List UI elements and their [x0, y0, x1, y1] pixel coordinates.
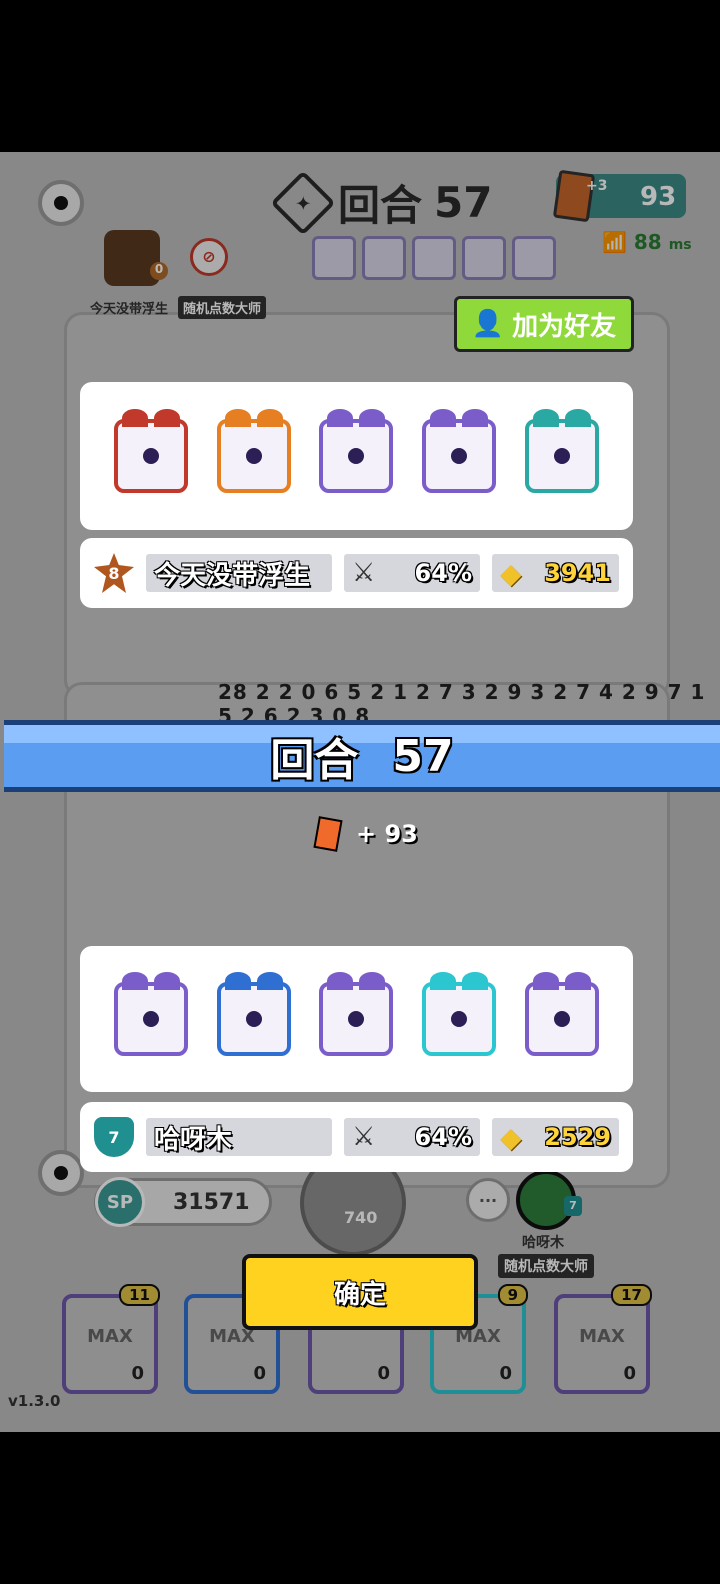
blessing-die[interactable]	[524, 409, 599, 493]
player2-sp: ◆ 2529	[492, 1118, 619, 1156]
game-screen: ✦ 回合 57 +3 93 📶 88 ms 0 ⊘ 今天没带浮生 随机点数大师 …	[0, 152, 720, 1432]
card-icon	[313, 816, 343, 852]
card-gain-value: + 93	[356, 820, 418, 848]
die-pip	[348, 448, 365, 464]
dragon-wing-icon	[122, 972, 149, 990]
player1-dice-row	[100, 382, 613, 530]
die-pip	[451, 1011, 468, 1027]
trophy-icon: ◆	[500, 1120, 522, 1154]
player2-stats-panel: 7 哈呀木 ⚔ 64% ◆ 2529	[80, 1102, 633, 1172]
dragon-wing-icon	[564, 409, 591, 427]
bottom-letterbox	[0, 1432, 720, 1584]
swords-icon: ⚔	[352, 1122, 376, 1152]
die-pip	[348, 1011, 365, 1027]
player1-stats-panel: 8 今天没带浮生 ⚔ 64% ◆ 3941	[80, 538, 633, 608]
rank-badge: 7	[94, 1117, 134, 1157]
blade-die[interactable]	[114, 409, 189, 493]
rank-value: 7	[108, 1127, 120, 1147]
die-pip	[143, 448, 160, 464]
die-pip	[245, 1011, 262, 1027]
round-banner-label: 回合	[270, 735, 359, 786]
add-friend-button[interactable]: 👤 加为好友	[454, 296, 634, 352]
dragon-wing-icon	[256, 409, 283, 427]
trophy-icon: ◆	[500, 556, 522, 590]
round-banner-number: 57	[392, 730, 454, 782]
rank-value: 8	[108, 563, 120, 583]
dragon-wing-icon	[359, 972, 386, 990]
player1-win-rate: ⚔ 64%	[344, 554, 480, 592]
add-user-icon: 👤	[471, 309, 505, 339]
round-banner: 回合 57	[4, 720, 720, 792]
dragon-wing-icon	[564, 972, 591, 990]
dragon-wing-icon	[122, 409, 149, 427]
dragon-wing-icon	[224, 972, 251, 990]
player2-name: 哈呀木	[146, 1118, 332, 1156]
sp-value: 2529	[544, 1123, 611, 1151]
dragon-wing-icon	[430, 409, 457, 427]
dragon-wing-icon	[532, 409, 559, 427]
crack-die[interactable]	[114, 972, 189, 1056]
die-pip	[553, 448, 570, 464]
win-rate-value: 64%	[414, 1123, 472, 1151]
add-friend-label: 加为好友	[512, 311, 617, 342]
win-rate-value: 64%	[414, 559, 472, 587]
summoner-die[interactable]	[319, 409, 394, 493]
die-pip	[451, 448, 468, 464]
die-pip	[143, 1011, 160, 1027]
dragon-wing-icon	[224, 409, 251, 427]
die-pip	[245, 448, 262, 464]
player2-dice-row	[100, 946, 613, 1092]
shield-die[interactable]	[524, 972, 599, 1056]
confirm-button[interactable]: 确定	[242, 1254, 478, 1330]
top-letterbox	[0, 0, 720, 152]
player1-name: 今天没带浮生	[146, 554, 332, 592]
ice-die[interactable]	[216, 972, 291, 1056]
player1-sp: ◆ 3941	[492, 554, 619, 592]
infinity-die[interactable]	[216, 409, 291, 493]
wind-die[interactable]	[422, 972, 497, 1056]
dragon-wing-icon	[359, 409, 386, 427]
dragon-wing-icon	[154, 972, 181, 990]
card-gain: + 93	[313, 816, 418, 852]
dragon-wing-icon	[430, 972, 457, 990]
dragon-wing-icon	[532, 972, 559, 990]
player1-deck-panel	[80, 382, 633, 530]
dragon-wing-icon	[327, 409, 354, 427]
rank-badge: 8	[94, 553, 134, 593]
dragon-wing-icon	[462, 972, 489, 990]
dragon-wing-icon	[462, 409, 489, 427]
player2-deck-panel	[80, 946, 633, 1092]
dragon-wing-icon	[154, 409, 181, 427]
player2-win-rate: ⚔ 64%	[344, 1118, 480, 1156]
dragon-wing-icon	[327, 972, 354, 990]
sp-value: 3941	[544, 559, 611, 587]
summoner-die[interactable]	[319, 972, 394, 1056]
dragon-wing-icon	[256, 972, 283, 990]
crack-die[interactable]	[422, 409, 497, 493]
swords-icon: ⚔	[352, 558, 376, 588]
die-pip	[553, 1011, 570, 1027]
